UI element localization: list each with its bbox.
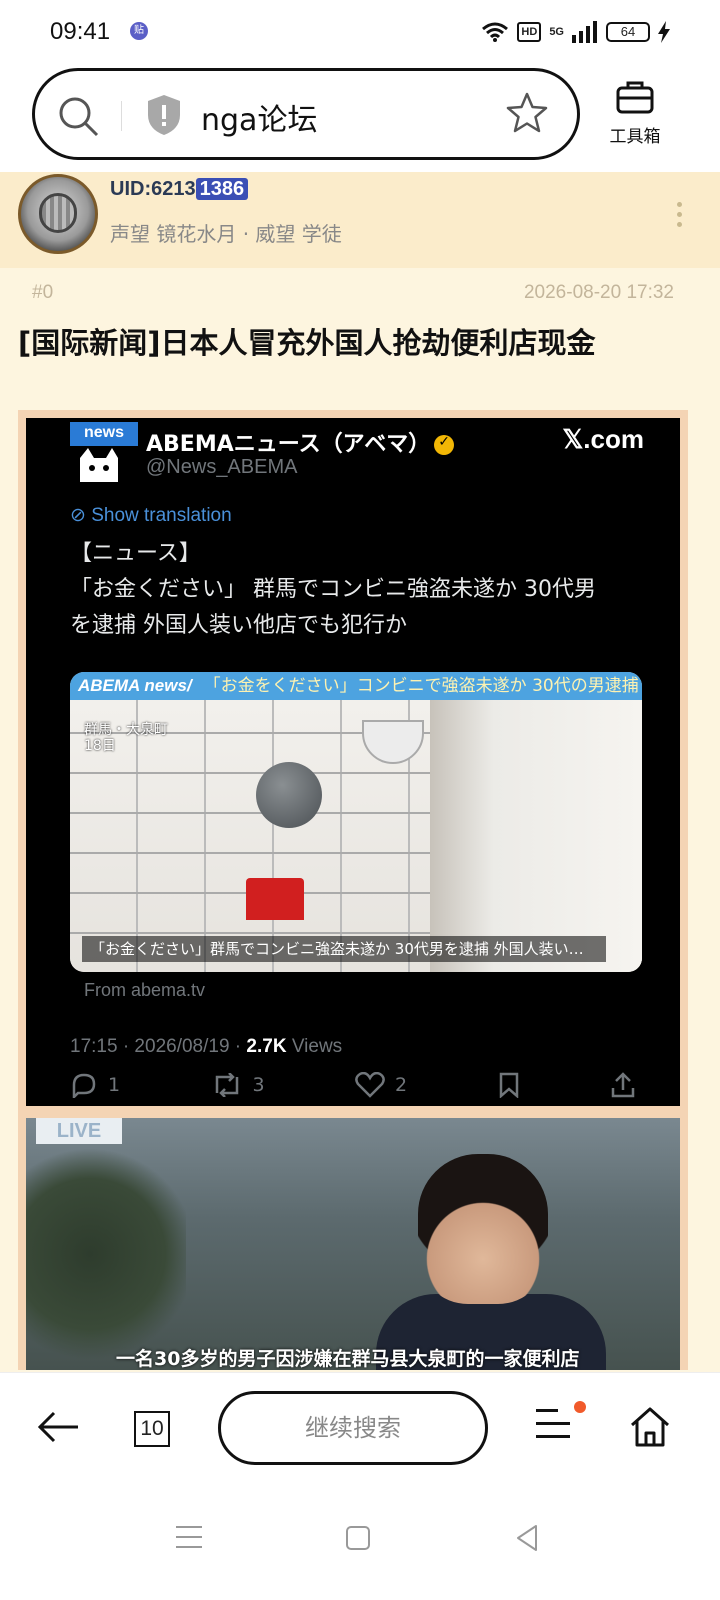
card-location: 群馬・大泉町 18日 bbox=[84, 722, 168, 754]
live-badge: LIVE bbox=[36, 1118, 122, 1144]
toolbox-button[interactable]: 工具箱 bbox=[600, 80, 670, 147]
show-translation-label: Show translation bbox=[91, 505, 232, 526]
toolbox-icon bbox=[616, 81, 654, 114]
floor-number: #0 bbox=[32, 282, 54, 303]
tweet-text-line: を逮捕 外国人装い他店でも犯行か bbox=[70, 613, 407, 638]
reply-action: 1 bbox=[70, 1072, 120, 1098]
share-icon bbox=[611, 1072, 635, 1098]
signal-icon bbox=[572, 21, 597, 43]
tweet-text-line: 「お金ください」 群馬でコンビニ強盗未遂か 30代男 bbox=[70, 577, 596, 602]
tweet-text: 【ニュース】 「お金ください」 群馬でコンビニ強盗未遂か 30代男 を逮捕 外国… bbox=[70, 536, 660, 644]
charging-icon bbox=[658, 21, 670, 43]
menu-icon[interactable] bbox=[536, 1409, 570, 1439]
browser-header: nga论坛 工具箱 bbox=[0, 64, 720, 172]
user-id[interactable]: UID:6213 1386 bbox=[110, 178, 249, 201]
search-icon bbox=[59, 97, 99, 137]
tweet-views-count: 2.7K bbox=[246, 1036, 287, 1057]
tweet-screenshot: news ABEMAニュース（アベマ） @News_ABEMA 𝕏.com ⊘ … bbox=[26, 418, 680, 1106]
link-card: ABEMA news/ 「お金をください」コンビニで強盗未遂か 30代の男逮捕 群… bbox=[70, 672, 642, 972]
red-lamp-image bbox=[246, 878, 304, 920]
tweet-time: 17:15 · 2026/08/19 · bbox=[70, 1036, 247, 1057]
retweet-icon bbox=[215, 1073, 238, 1097]
status-bar: 09:41 贴 HD 5G 64 bbox=[0, 0, 720, 64]
bookmark-icon bbox=[499, 1072, 518, 1098]
tweet-meta: 17:15 · 2026/08/19 · 2.7K Views bbox=[70, 1036, 342, 1058]
wifi-icon bbox=[482, 22, 509, 42]
retweet-count: 3 bbox=[252, 1074, 265, 1096]
card-brand: ABEMA news/ bbox=[78, 676, 192, 695]
home-icon[interactable] bbox=[628, 1405, 672, 1449]
card-location-date: 18日 bbox=[84, 738, 116, 754]
heart-icon bbox=[355, 1072, 385, 1098]
video-background-trees bbox=[26, 1138, 186, 1370]
news-video-frame: LIVE 一名30多岁的男子因涉嫌在群马县大泉町的一家便利店 bbox=[26, 1118, 680, 1370]
bookmark-star-icon[interactable] bbox=[505, 91, 549, 135]
uid-prefix: UID:6213 bbox=[110, 178, 196, 200]
tweet-author-label: ABEMAニュース（アベマ） bbox=[146, 432, 431, 457]
system-back-icon[interactable] bbox=[514, 1524, 540, 1552]
shield-icon[interactable] bbox=[145, 93, 183, 137]
x-platform-label: 𝕏.com bbox=[562, 424, 644, 454]
system-nav-bar bbox=[0, 1482, 720, 1600]
hd-badge: HD bbox=[517, 22, 542, 42]
post-image[interactable]: news ABEMAニュース（アベマ） @News_ABEMA 𝕏.com ⊘ … bbox=[18, 410, 688, 1370]
tweet-author-name: ABEMAニュース（アベマ） bbox=[146, 426, 455, 458]
battery-indicator: 64 bbox=[606, 22, 650, 42]
uid-highlight: 1386 bbox=[195, 178, 249, 200]
search-divider bbox=[121, 101, 122, 131]
like-count: 2 bbox=[395, 1074, 408, 1096]
address-bar[interactable]: nga论坛 bbox=[32, 68, 580, 160]
card-headline: 「お金をください」コンビニで強盗未遂か 30代の男逮捕 bbox=[203, 676, 639, 696]
avatar[interactable] bbox=[18, 174, 98, 254]
user-reputation: 声望 镜花水月 · 威望 学徒 bbox=[110, 222, 342, 246]
news-badge: news bbox=[70, 422, 138, 446]
card-pillar-image bbox=[430, 700, 642, 972]
card-source: From abema.tv bbox=[84, 980, 206, 1000]
post-author-row: UID:6213 1386 声望 镜花水月 · 威望 学徒 bbox=[0, 172, 720, 268]
card-subtitle: 「お金ください」群馬でコンビニ強盗未遂か 30代男を逮捕 外国人装い… bbox=[82, 936, 606, 962]
continue-search-button[interactable]: 继续搜索 bbox=[218, 1391, 488, 1465]
tweet-handle: @News_ABEMA bbox=[146, 456, 298, 478]
alarm-bell-image bbox=[256, 762, 322, 828]
retweet-action: 3 bbox=[211, 1073, 265, 1097]
like-action: 2 bbox=[355, 1072, 407, 1098]
abema-logo-icon bbox=[80, 448, 118, 482]
verified-badge-icon bbox=[434, 434, 455, 455]
show-translation: ⊘ Show translation bbox=[70, 505, 232, 526]
notification-dot bbox=[574, 1401, 586, 1413]
toolbox-label: 工具箱 bbox=[609, 127, 661, 147]
post-timestamp: 2026-08-20 17:32 bbox=[523, 282, 674, 303]
browser-bottom-nav: 10 继续搜索 bbox=[0, 1372, 720, 1482]
recent-apps-icon[interactable] bbox=[176, 1526, 202, 1556]
news-anchor-head bbox=[418, 1154, 548, 1304]
post-title: [国际新闻]日本人冒充外国人抢劫便利店现金 bbox=[18, 326, 596, 360]
search-query[interactable]: nga论坛 bbox=[201, 95, 317, 139]
reply-count: 1 bbox=[108, 1074, 121, 1096]
tweet-actions: 1 3 2 bbox=[70, 1068, 636, 1102]
avatar-image bbox=[39, 193, 77, 233]
status-time: 09:41 bbox=[50, 18, 111, 45]
network-type: 5G bbox=[549, 26, 564, 38]
video-subtitle: 一名30多岁的男子因涉嫌在群马县大泉町的一家便利店 bbox=[116, 1348, 580, 1370]
tweet-text-line: 【ニュース】 bbox=[70, 541, 201, 566]
post-content: UID:6213 1386 声望 镜花水月 · 威望 学徒 #0 2026-08-… bbox=[0, 172, 720, 1372]
app-notification-icon: 贴 bbox=[130, 22, 148, 40]
card-location-name: 群馬・大泉町 bbox=[84, 722, 168, 738]
reply-icon bbox=[72, 1073, 96, 1098]
more-options-icon[interactable] bbox=[672, 202, 686, 232]
status-indicators: HD 5G 64 bbox=[481, 18, 670, 46]
card-headline-bar: ABEMA news/ 「お金をください」コンビニで強盗未遂か 30代の男逮捕 bbox=[70, 672, 642, 700]
tweet-views-label: Views bbox=[286, 1036, 343, 1057]
system-home-icon[interactable] bbox=[346, 1526, 370, 1550]
back-arrow-icon[interactable] bbox=[36, 1407, 82, 1447]
tabs-button[interactable]: 10 bbox=[134, 1411, 170, 1447]
